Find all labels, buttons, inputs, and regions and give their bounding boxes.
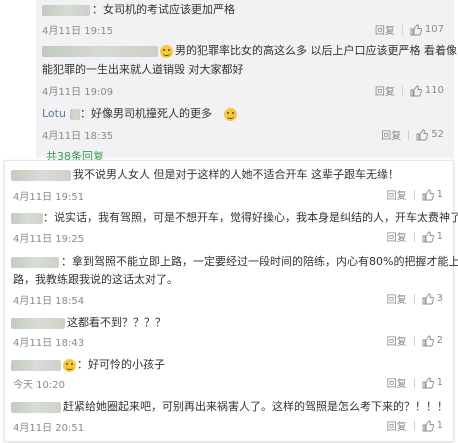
comment-text-continued: 能犯罪的一生出来就人道销毁 对大家都好	[42, 63, 244, 76]
comment-actions: 回复 110	[375, 83, 444, 98]
blurred-username	[11, 402, 61, 413]
comment-text-continued: 路，我教练跟我说的这话太对了。	[13, 273, 178, 286]
like-count: 1	[436, 231, 443, 242]
blurred-username	[42, 46, 158, 57]
comment-actions: 回复 1	[387, 375, 443, 390]
comment-actions: 回复 1	[387, 187, 443, 202]
like-button[interactable]: 1	[422, 377, 443, 389]
like-button[interactable]: 107	[410, 24, 444, 36]
like-button[interactable]: 1	[422, 189, 443, 201]
divider	[413, 189, 415, 200]
reply-button[interactable]: 回复	[387, 291, 407, 306]
comment-text: 这都看不到？？？？	[67, 316, 166, 329]
divider	[413, 231, 415, 242]
like-count: 107	[424, 24, 444, 35]
like-button[interactable]: 1	[422, 420, 443, 432]
comment-time: 4月11日 19:15	[42, 26, 114, 37]
reply-button[interactable]: 回复	[387, 229, 407, 244]
thumbs-up-icon	[422, 231, 434, 242]
like-count: 2	[436, 335, 443, 346]
divider	[408, 129, 410, 140]
divider	[401, 24, 403, 35]
emoji-icon	[160, 45, 173, 58]
emoji-icon	[224, 108, 237, 121]
like-count: 52	[431, 129, 444, 140]
emoji-icon	[63, 359, 76, 372]
divider	[413, 377, 415, 388]
thumbs-up-icon	[422, 377, 434, 388]
reply-button[interactable]: 回复	[387, 418, 407, 433]
comment-text: ：拿到驾照不能立即上路，一定要经过一段时间的陪练，内心有80%的把握才能上	[61, 255, 458, 268]
thumbs-up-icon	[422, 420, 434, 431]
comment-time: 4月11日 18:35	[42, 131, 114, 142]
like-count: 1	[436, 189, 443, 200]
reply-button[interactable]: 回复	[375, 83, 395, 98]
comment-time: 4月11日 18:43	[13, 338, 85, 349]
comment-time: 4月11日 19:51	[13, 192, 85, 203]
blurred-username	[11, 213, 43, 224]
comment-text: 我不说男人女人 但是对于这样的人她不适合开车 这辈子跟车无缘！	[73, 168, 399, 181]
thumbs-up-icon	[422, 335, 434, 346]
comment-actions: 回复 107	[375, 22, 444, 37]
reply-button[interactable]: 回复	[375, 22, 395, 37]
comment-text: ：好像男司机撞死人的更多	[80, 107, 212, 120]
like-button[interactable]: 52	[416, 129, 444, 141]
reply-button[interactable]: 回复	[381, 127, 401, 142]
reply-button[interactable]: 回复	[387, 187, 407, 202]
comment-actions: 回复 1	[387, 418, 443, 433]
like-count: 110	[424, 85, 444, 96]
like-button[interactable]: 110	[410, 85, 444, 97]
comment-time: 今天 10:20	[13, 380, 65, 391]
comment-text: ：女司机的考试应该更加严格	[92, 3, 235, 16]
like-count: 1	[436, 420, 443, 431]
divider	[413, 293, 415, 304]
comment-time: 4月11日 19:09	[42, 87, 114, 98]
blurred-username	[11, 257, 59, 268]
like-button[interactable]: 1	[422, 231, 443, 243]
comment-actions: 回复 3	[387, 291, 443, 306]
comment-text: ：好可怜的小孩子	[77, 358, 165, 371]
comment-time: 4月11日 20:51	[13, 423, 85, 434]
blurred-username	[42, 5, 90, 16]
comment-text: 赶紧给她圈起来吧，可别再出来祸害人了。这样的驾照是怎么考下来的？！！！	[63, 400, 448, 413]
thumbs-up-icon	[410, 85, 422, 96]
top-comment-panel: ：女司机的考试应该更加严格 4月11日 19:15 回复 107 男的犯罪率比女…	[36, 0, 458, 163]
comment-time: 4月11日 19:25	[13, 234, 85, 245]
thumbs-up-icon	[422, 189, 434, 200]
thumbs-up-icon	[410, 24, 422, 35]
like-button[interactable]: 2	[422, 335, 443, 347]
thumbs-up-icon	[416, 129, 429, 140]
reply-button[interactable]: 回复	[387, 333, 407, 348]
reply-button[interactable]: 回复	[387, 375, 407, 390]
comment-username[interactable]: Lotu	[42, 106, 66, 121]
divider	[413, 420, 415, 431]
comment-text: 男的犯罪率比女的高这么多 以后上户口应该更严格 看着像以后	[175, 44, 458, 57]
comment-text: ：说实话，我有驾照，可是不想开车，觉得好操心，我本身是纠结的人，开车太费神了	[43, 211, 458, 224]
comment-time: 4月11日 18:54	[13, 296, 85, 307]
divider	[401, 85, 403, 96]
blurred-username	[11, 360, 61, 371]
comment-actions: 回复 2	[387, 333, 443, 348]
like-count: 3	[436, 293, 443, 304]
blurred-username	[70, 109, 80, 120]
bottom-comment-panel: 我不说男人女人 但是对于这样的人她不适合开车 这辈子跟车无缘！ 4月11日 19…	[4, 160, 458, 442]
blurred-username	[11, 318, 65, 329]
thumbs-up-icon	[422, 293, 434, 304]
divider	[413, 335, 415, 346]
comment-actions: 回复 1	[387, 229, 443, 244]
blurred-username	[11, 170, 71, 181]
comment-actions: 回复 52	[381, 127, 444, 142]
like-count: 1	[436, 377, 443, 388]
like-button[interactable]: 3	[422, 293, 443, 305]
